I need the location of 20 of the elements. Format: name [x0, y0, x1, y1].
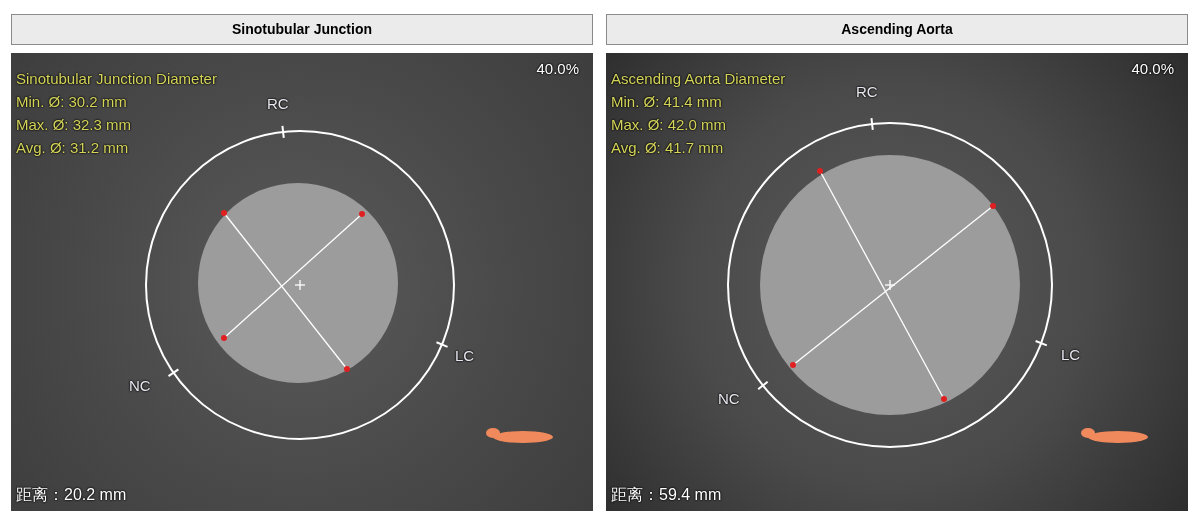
cusp-label: NC — [718, 389, 740, 409]
cusp-label: RC — [856, 82, 878, 102]
measurement-value: Max. Ø: 42.0 mm — [611, 115, 728, 135]
cusp-label: LC — [1061, 345, 1081, 365]
measurement-value: Min. Ø: 30.2 mm — [16, 92, 128, 112]
measurement-title: Ascending Aorta Diameter — [611, 69, 786, 89]
zoom-level: 40.0% — [1131, 59, 1174, 79]
panel-header: Sinotubular Junction — [11, 14, 593, 45]
panel-header: Ascending Aorta — [606, 14, 1188, 45]
zoom-level: 40.0% — [536, 59, 579, 79]
measurement-title: Sinotubular Junction Diameter — [16, 69, 217, 89]
measurement-value: Min. Ø: 41.4 mm — [611, 92, 723, 112]
measurement-value: Max. Ø: 32.3 mm — [16, 115, 133, 135]
distance-reading: 距离：59.4 mm — [611, 485, 722, 505]
measurement-value: Avg. Ø: 41.7 mm — [611, 138, 725, 158]
cusp-label: LC — [455, 346, 475, 366]
cusp-label: NC — [129, 376, 151, 396]
cusp-label: RC — [267, 94, 289, 114]
measurement-value: Avg. Ø: 31.2 mm — [16, 138, 130, 158]
distance-reading: 距离：20.2 mm — [16, 485, 127, 505]
